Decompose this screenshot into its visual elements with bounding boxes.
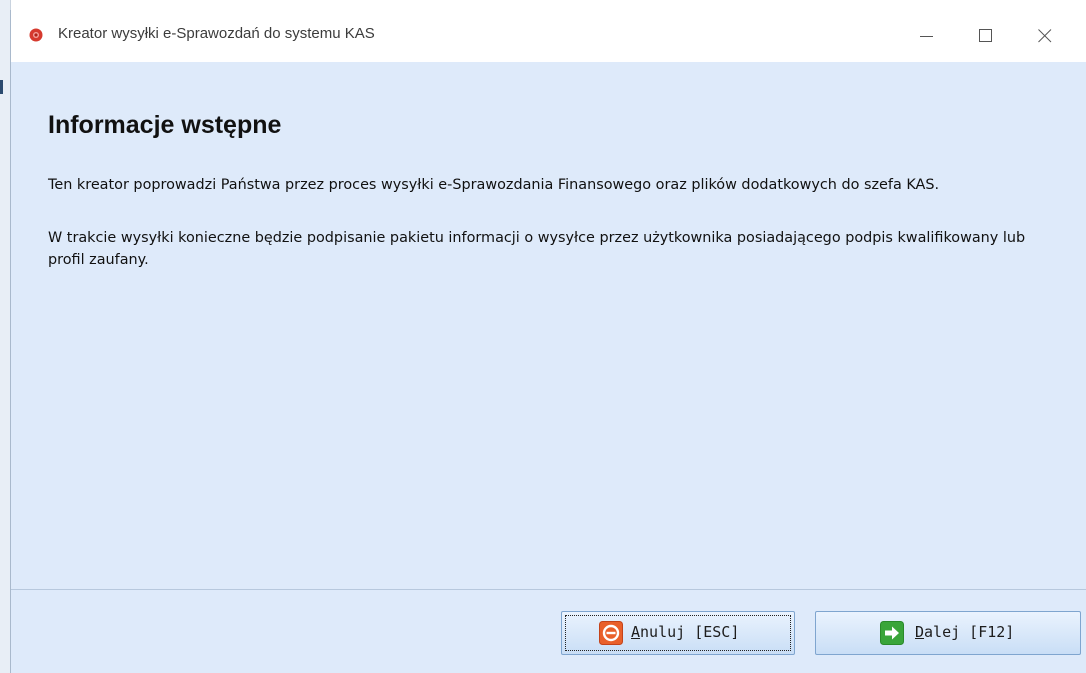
close-button[interactable] bbox=[1017, 10, 1073, 62]
page-title: Informacje wstępne bbox=[48, 111, 282, 139]
next-button[interactable]: Dalej [F12] bbox=[815, 611, 1081, 655]
cancel-label-rest: nuluj [ESC] bbox=[640, 623, 740, 641]
minimize-icon bbox=[920, 36, 933, 37]
wizard-dialog: Kreator wysyłki e-Sprawozdań do systemu … bbox=[10, 10, 1086, 673]
cancel-button-label: Anuluj [ESC] bbox=[631, 623, 739, 641]
signature-paragraph: W trakcie wysyłki konieczne będzie podpi… bbox=[48, 230, 1026, 268]
cancel-icon bbox=[599, 621, 623, 645]
window-title: Kreator wysyłki e-Sprawozdań do systemu … bbox=[58, 25, 375, 42]
next-button-label: Dalej [F12] bbox=[915, 623, 1014, 641]
cancel-accelerator-key: A bbox=[631, 623, 641, 641]
app-icon bbox=[29, 28, 43, 42]
wizard-content: Informacje wstępne Ten kreator poprowadz… bbox=[11, 62, 1086, 590]
cancel-button[interactable]: Anuluj [ESC] bbox=[561, 611, 795, 655]
button-bar: Anuluj [ESC] Dalej [F12] bbox=[11, 590, 1086, 673]
arrow-right-icon bbox=[880, 621, 904, 645]
desktop-background: Kreator wysyłki e-Sprawozdań do systemu … bbox=[0, 0, 1086, 673]
title-bar[interactable]: Kreator wysyłki e-Sprawozdań do systemu … bbox=[11, 10, 1086, 62]
intro-paragraph: Ten kreator poprowadzi Państwa przez pro… bbox=[48, 177, 940, 193]
background-window-marker bbox=[0, 80, 3, 94]
minimize-button[interactable] bbox=[899, 10, 955, 62]
next-accelerator-key: D bbox=[915, 623, 925, 641]
maximize-button[interactable] bbox=[958, 10, 1014, 62]
maximize-icon bbox=[979, 29, 992, 42]
close-icon bbox=[1038, 29, 1052, 43]
next-label-rest: alej [F12] bbox=[924, 623, 1015, 641]
